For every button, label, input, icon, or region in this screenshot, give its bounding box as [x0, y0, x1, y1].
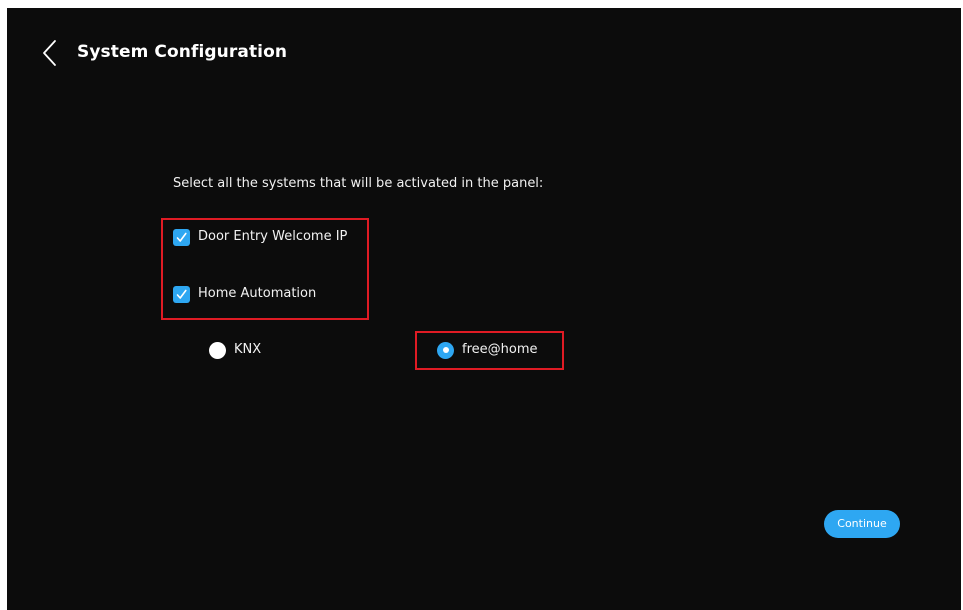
radio-label: free@home [462, 342, 538, 357]
instruction-text: Select all the systems that will be acti… [173, 176, 544, 191]
radio-label: KNX [234, 342, 262, 357]
config-screen: System Configuration Select all the syst… [7, 8, 961, 610]
chevron-left-icon [43, 40, 56, 66]
radio-free-at-home[interactable]: free@home [437, 341, 538, 359]
checkbox-label: Door Entry Welcome IP [198, 229, 348, 244]
checkbox-checked-icon [173, 285, 190, 303]
checkbox-label: Home Automation [198, 286, 317, 301]
continue-button[interactable]: Continue [824, 510, 900, 538]
radio-unselected-icon [209, 341, 226, 359]
radio-knx[interactable]: KNX [209, 341, 261, 359]
checkbox-home-automation[interactable]: Home Automation [173, 285, 316, 303]
checkbox-checked-icon [173, 228, 190, 246]
checkbox-door-entry[interactable]: Door Entry Welcome IP [173, 228, 347, 246]
radio-selected-icon [437, 341, 454, 359]
page-title: System Configuration [77, 42, 288, 62]
back-button[interactable] [39, 38, 63, 68]
radio-dot [442, 347, 449, 353]
